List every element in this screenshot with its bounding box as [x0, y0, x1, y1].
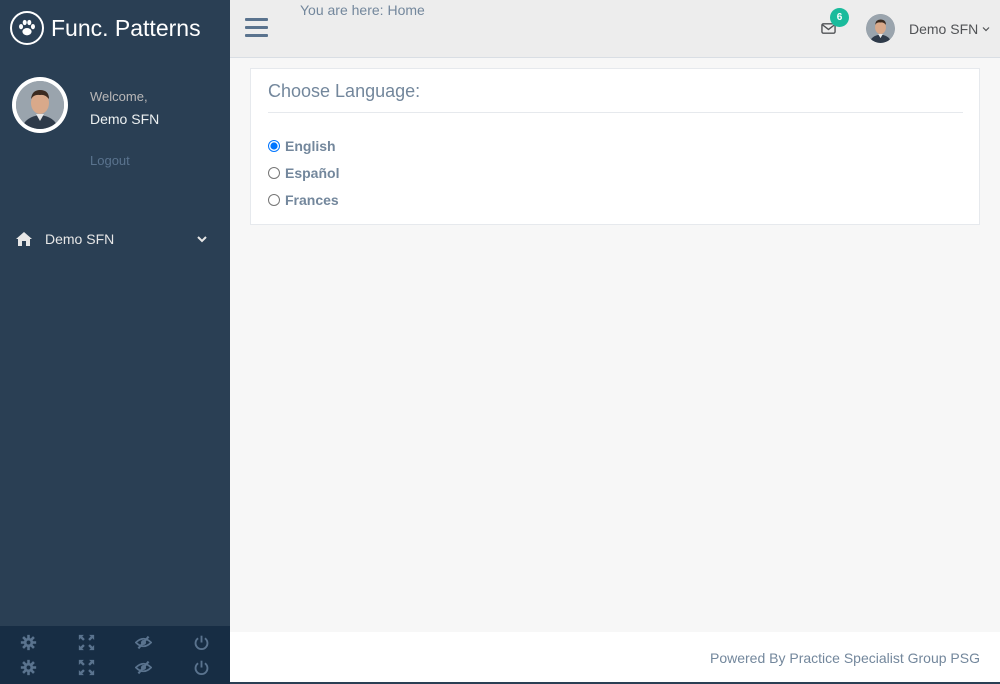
profile-name: Demo SFN [90, 111, 160, 127]
hamburger-icon [245, 18, 268, 21]
breadcrumb-home-link[interactable]: Home [387, 2, 424, 18]
settings-button[interactable] [0, 655, 58, 680]
paw-icon [10, 11, 44, 45]
chevron-down-icon [197, 236, 207, 243]
page-footer: Powered By Practice Specialist Group PSG [230, 632, 1000, 682]
frances-label[interactable]: Frances [285, 192, 339, 208]
menu-toggle-button[interactable] [245, 18, 268, 38]
power-icon [194, 635, 209, 650]
sidebar-item-demo-sfn[interactable]: Demo SFN [0, 227, 230, 251]
power-button[interactable] [173, 655, 231, 680]
breadcrumb-prefix: You are here: [300, 2, 388, 18]
language-panel: Choose Language: English Español Frances [250, 68, 980, 225]
espanol-label[interactable]: Español [285, 165, 339, 181]
logout-link[interactable]: Logout [90, 153, 130, 168]
chevron-down-icon [982, 26, 990, 31]
footer-text: Powered By Practice Specialist Group PSG [709, 650, 980, 666]
top-nav: You are here: Home 6 Demo SFN [230, 0, 1000, 58]
lock-view-button[interactable] [115, 655, 173, 680]
brand[interactable]: Func. Patterns [10, 11, 201, 45]
sidebar: Func. Patterns Welcome, Demo SFN Logout … [0, 0, 230, 684]
sidebar-footer [0, 626, 230, 684]
fullscreen-icon [78, 659, 94, 676]
eye-slash-icon [135, 660, 153, 675]
settings-button[interactable] [0, 630, 58, 655]
avatar [866, 14, 895, 43]
language-option-frances[interactable]: Frances [268, 192, 339, 208]
breadcrumb: You are here: Home [300, 2, 425, 18]
user-name: Demo SFN [909, 20, 979, 37]
fullscreen-button[interactable] [58, 630, 116, 655]
lock-view-button[interactable] [115, 630, 173, 655]
frances-radio[interactable] [268, 194, 280, 206]
panel-title: Choose Language: [268, 81, 421, 101]
power-icon [194, 660, 209, 675]
eye-slash-icon [135, 635, 153, 650]
gear-icon [21, 659, 37, 676]
sidebar-item-label: Demo SFN [45, 231, 115, 247]
fullscreen-icon [78, 634, 94, 651]
divider [268, 112, 963, 113]
profile-avatar [12, 77, 68, 133]
message-count-badge: 6 [830, 8, 849, 27]
brand-title: Func. Patterns [51, 14, 201, 41]
fullscreen-button[interactable] [58, 655, 116, 680]
home-icon [16, 232, 32, 246]
power-button[interactable] [173, 630, 231, 655]
espanol-radio[interactable] [268, 167, 280, 179]
english-label[interactable]: English [285, 138, 336, 154]
gear-icon [21, 634, 37, 651]
user-menu[interactable]: Demo SFN [866, 14, 990, 43]
language-option-espanol[interactable]: Español [268, 165, 339, 181]
english-radio[interactable] [268, 140, 280, 152]
welcome-label: Welcome, [90, 89, 148, 104]
language-option-english[interactable]: English [268, 138, 336, 154]
